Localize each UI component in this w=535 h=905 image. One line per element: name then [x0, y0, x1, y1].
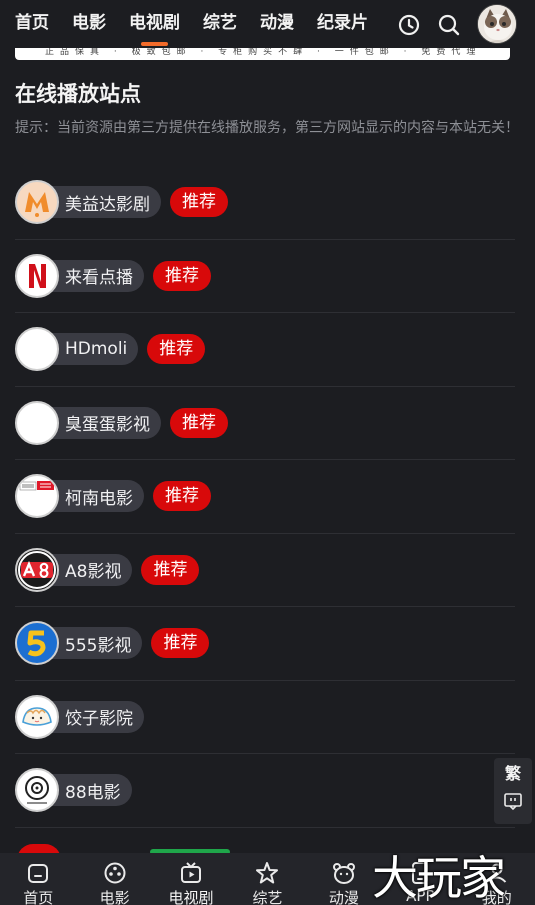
- site-name: 555影视: [65, 635, 132, 656]
- section-title: 在线播放站点: [15, 82, 141, 106]
- tab-variety[interactable]: 综艺: [229, 853, 305, 905]
- meiyida-logo-icon: [15, 180, 59, 225]
- list-item: 88电影: [15, 754, 515, 828]
- site-name: HDmoli: [65, 339, 128, 360]
- tv-icon: [181, 862, 202, 883]
- recommend-badge: 推荐: [141, 554, 200, 585]
- history-icon[interactable]: [397, 13, 421, 37]
- site-pill[interactable]: A8影视: [15, 547, 133, 592]
- site-pill[interactable]: HDmoli: [15, 327, 139, 372]
- site-pill[interactable]: 臭蛋蛋影视: [15, 400, 161, 445]
- recommend-badge: 推荐: [153, 481, 211, 512]
- avatar[interactable]: [477, 4, 517, 44]
- chat-icon[interactable]: [503, 792, 523, 812]
- a8-logo-icon: [15, 547, 59, 592]
- tab-label: 综艺: [252, 889, 283, 905]
- blank-logo-icon: [15, 327, 59, 372]
- site-pill[interactable]: 柯南电影: [15, 474, 144, 519]
- site-name: 饺子影院: [65, 709, 133, 730]
- watermark-text: 大玩家: [372, 851, 506, 905]
- nav-item-variety[interactable]: 综艺: [203, 0, 237, 48]
- kenan-logo-icon: [15, 474, 59, 519]
- dumpling-logo-icon: [15, 694, 59, 739]
- site-name: 柯南电影: [65, 488, 133, 509]
- site-name: 臭蛋蛋影视: [65, 415, 150, 436]
- site-pill[interactable]: 饺子影院: [15, 694, 144, 739]
- banner-text: 正品保真 · 极致包邮 · 专柜购买不肆 · 一件包邮 · 免费代理: [45, 48, 482, 57]
- site-list: 美益达影剧 推荐 来看点播 推荐 HDmoli 推荐 臭蛋蛋影视 推荐 柯南电影…: [15, 166, 515, 828]
- list-item: 臭蛋蛋影视 推荐: [15, 387, 515, 460]
- recommend-badge: 推荐: [170, 187, 228, 218]
- nav-item-anime[interactable]: 动漫: [260, 0, 294, 48]
- star-icon: [256, 862, 279, 884]
- tab-label: 动漫: [328, 889, 359, 905]
- tab-label: 电影: [99, 889, 130, 905]
- site-name: 来看点播: [65, 268, 133, 289]
- nav-icons: [381, 4, 517, 44]
- list-item: 555影视 推荐: [15, 607, 515, 681]
- tab-tv[interactable]: 电视剧: [153, 853, 229, 905]
- float-tools: 繁: [494, 758, 532, 824]
- banner-strip[interactable]: 正品保真 · 极致包邮 · 专柜购买不肆 · 一件包邮 · 免费代理: [15, 48, 510, 60]
- site-name: 美益达影剧: [65, 194, 150, 215]
- site-pill[interactable]: 88电影: [15, 768, 132, 813]
- top-nav: 首页 电影 电视剧 综艺 动漫 纪录片: [0, 0, 535, 48]
- page: 首页 电影 电视剧 综艺 动漫 纪录片 正品保真 · 极致包邮 · 专柜购买不肆…: [0, 0, 535, 905]
- tab-home[interactable]: 首页: [0, 853, 76, 905]
- tab-label: 首页: [23, 889, 54, 905]
- list-item: HDmoli 推荐: [15, 313, 515, 387]
- list-item: 来看点播 推荐: [15, 240, 515, 313]
- tab-anime[interactable]: 动漫: [306, 853, 382, 905]
- site-pill[interactable]: 555影视: [15, 621, 143, 666]
- search-icon[interactable]: [437, 13, 461, 37]
- home-icon: [28, 864, 49, 883]
- nav-item-documentary[interactable]: 纪录片: [317, 0, 368, 48]
- 555-logo-icon: [15, 621, 59, 666]
- cat-avatar-icon: [478, 5, 516, 43]
- blank-logo-icon: [15, 400, 59, 445]
- tab-label: 电视剧: [168, 889, 214, 905]
- recommend-badge: 推荐: [151, 628, 210, 659]
- list-item: 美益达影剧 推荐: [15, 166, 515, 240]
- recommend-badge: 推荐: [170, 407, 228, 438]
- 88-logo-icon: [15, 768, 59, 813]
- site-pill[interactable]: 来看点播: [15, 253, 144, 298]
- tab-movie[interactable]: 电影: [76, 853, 152, 905]
- recommend-badge: 推荐: [147, 334, 206, 365]
- nav-item-movie[interactable]: 电影: [72, 0, 106, 48]
- list-item: A8影视 推荐: [15, 534, 515, 607]
- site-pill[interactable]: 美益达影剧: [15, 180, 161, 225]
- traditional-chinese-toggle[interactable]: 繁: [494, 760, 532, 784]
- cartoon-face-icon: [332, 863, 355, 884]
- site-name: A8影视: [65, 562, 122, 583]
- film-reel-icon: [104, 862, 126, 884]
- notice-text: 提示：当前资源由第三方提供在线播放服务，第三方网站显示的内容与本站无关！: [15, 120, 519, 136]
- list-item: 饺子影院: [15, 681, 515, 754]
- list-item: 柯南电影 推荐: [15, 460, 515, 534]
- nav-item-home[interactable]: 首页: [15, 0, 49, 48]
- site-name: 88电影: [65, 782, 121, 803]
- recommend-badge: 推荐: [153, 260, 211, 291]
- nav-item-tv[interactable]: 电视剧: [129, 0, 180, 48]
- netflix-n-logo-icon: [15, 253, 59, 298]
